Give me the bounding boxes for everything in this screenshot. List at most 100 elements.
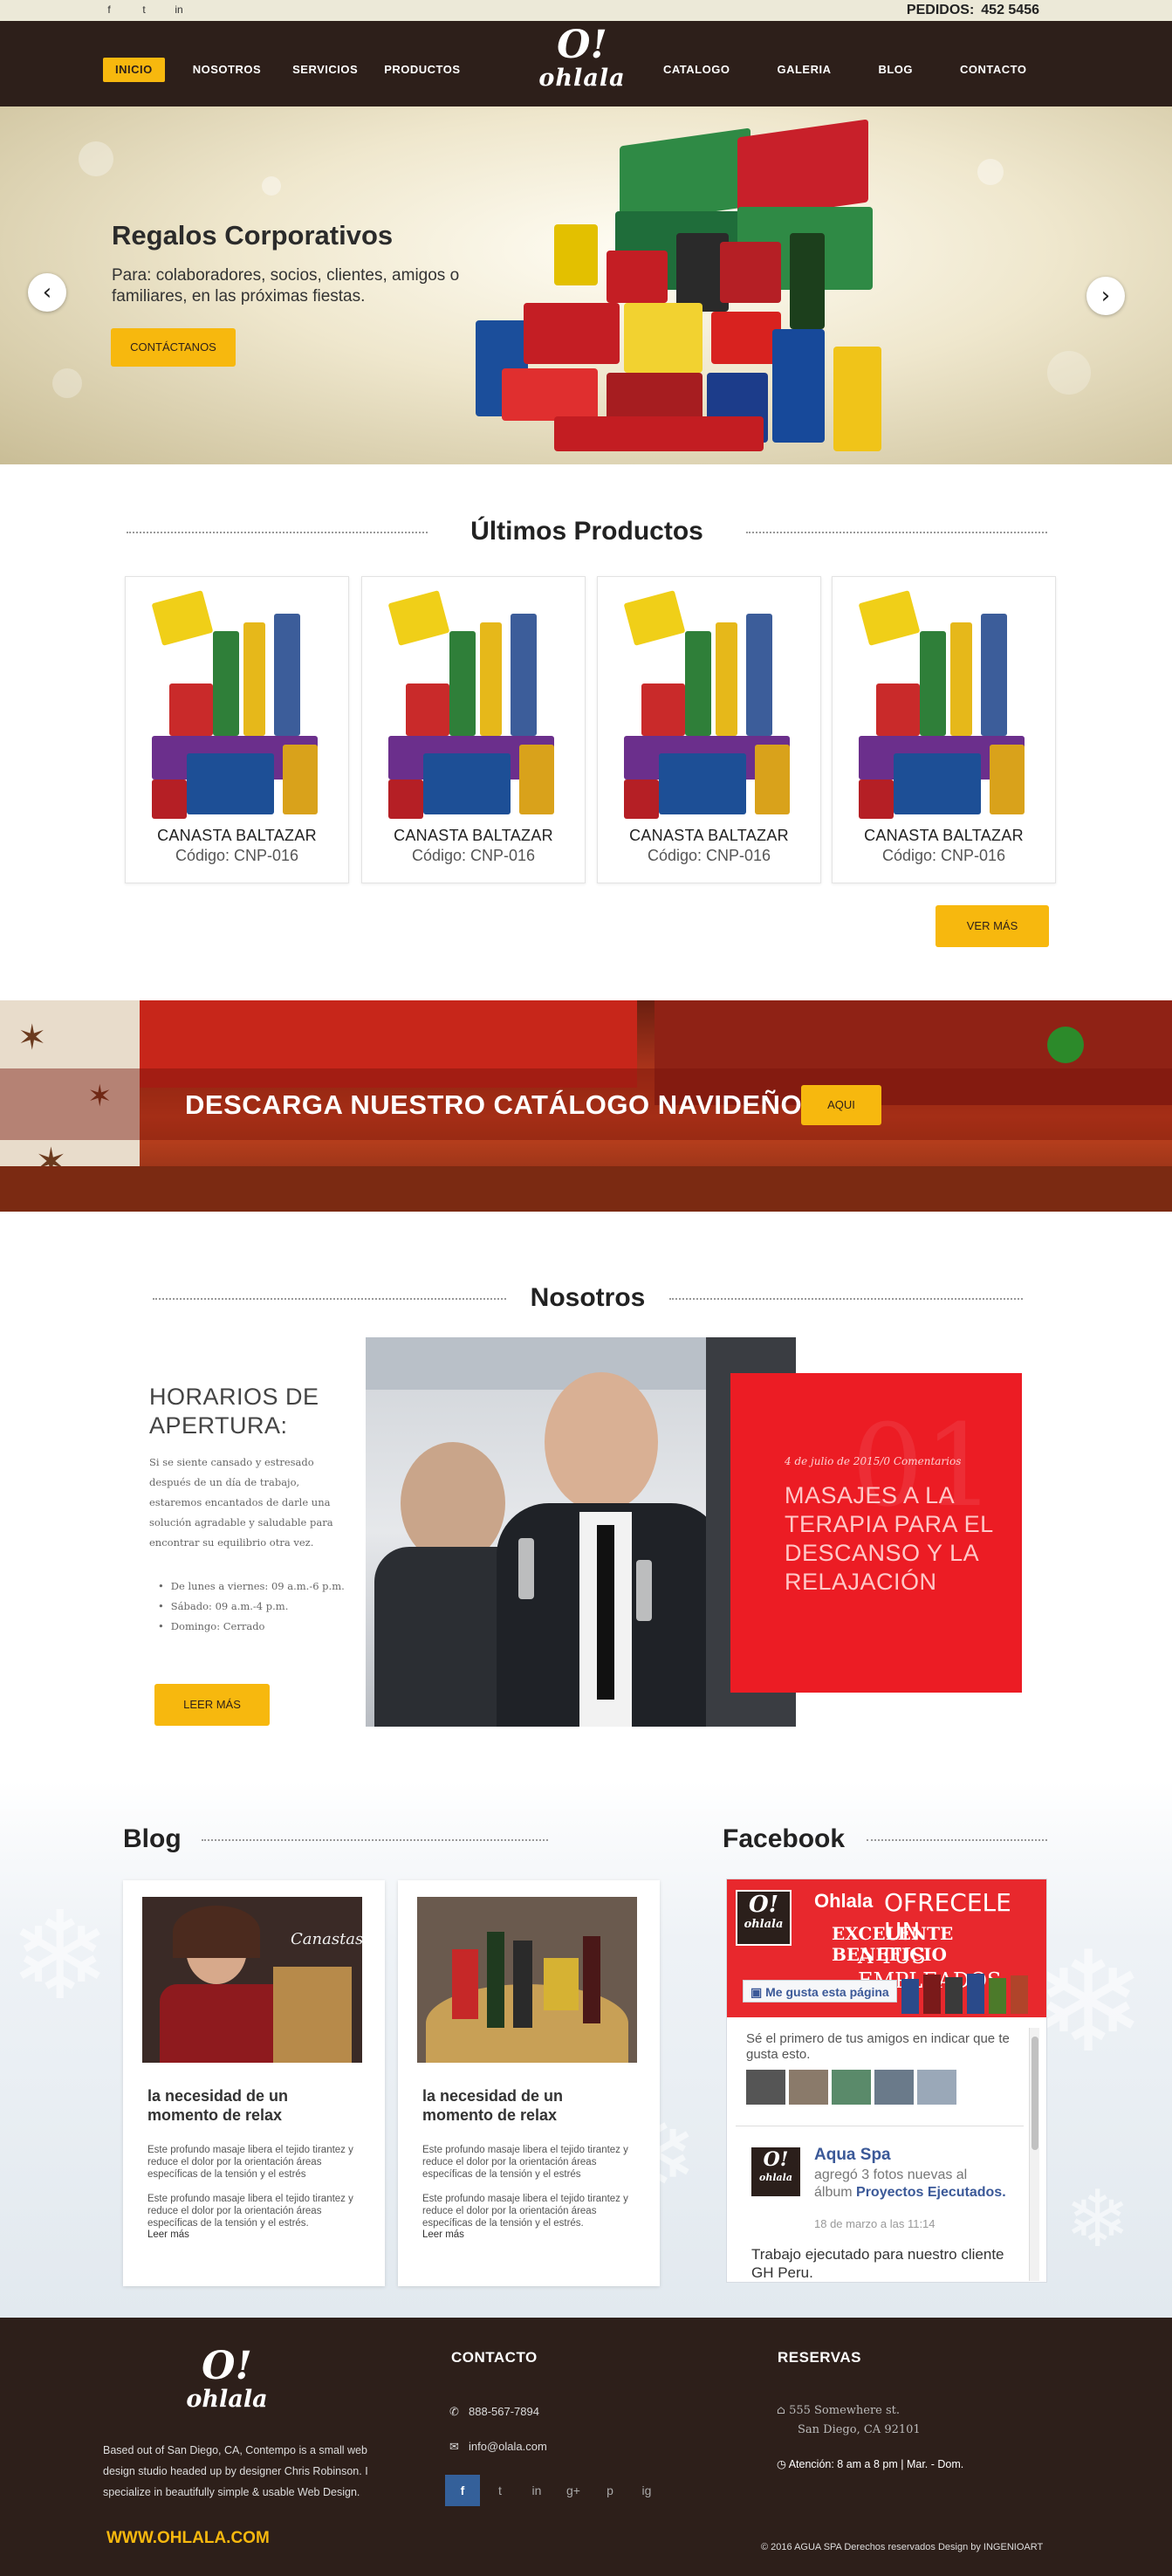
product-image <box>387 587 559 823</box>
product-card[interactable]: CANASTA BALTAZAR Código: CNP-016 <box>832 576 1056 883</box>
product-name: CANASTA BALTAZAR <box>157 827 317 844</box>
facebook-post-album-link[interactable]: Proyectos Ejecutados. <box>856 2185 1006 2200</box>
nav-item-catalogo[interactable]: CATALOGO <box>661 58 731 82</box>
hero-text: Para: colaboradores, socios, clientes, a… <box>112 266 460 306</box>
blog-post-card[interactable]: la necesidad de un momento de relax Este… <box>398 1880 660 2286</box>
blog-post-title[interactable]: la necesidad de un momento de relax <box>147 2086 357 2125</box>
clock-icon: ◷ <box>777 2458 789 2470</box>
nav-item-blog[interactable]: BLOG <box>876 58 915 82</box>
title-divider <box>127 532 428 533</box>
instagram-icon[interactable]: ig <box>628 2483 665 2497</box>
featured-article-card[interactable]: 01 4 de julio de 2015/0 Comentarios MASA… <box>730 1373 1022 1693</box>
facebook-section-title: Facebook <box>723 1824 1047 1854</box>
opening-hours-title: HORARIOS DE APERTURA: <box>149 1384 319 1439</box>
logo-mark: O! <box>763 2148 789 2171</box>
facebook-heading: Facebook <box>723 1824 846 1853</box>
sparkle <box>1047 351 1091 395</box>
product-card[interactable]: CANASTA BALTAZAR Código: CNP-016 <box>125 576 349 883</box>
product-card[interactable]: CANASTA BALTAZAR Código: CNP-016 <box>361 576 586 883</box>
top-bar: f t in PEDIDOS: 452 5456 <box>0 0 1172 21</box>
google-plus-icon[interactable]: g+ <box>555 2483 592 2497</box>
footer-email-address: info@olala.com <box>469 2440 547 2453</box>
facebook-page-logo: O! ohlala <box>736 1890 792 1946</box>
order-phone-number[interactable]: 452 5456 <box>981 3 1039 17</box>
twitter-icon[interactable]: t <box>482 2483 518 2497</box>
nav-item-contacto[interactable]: CONTACTO <box>958 58 1028 82</box>
slider-prev-button[interactable]: ‹ <box>28 273 66 312</box>
avatar[interactable] <box>746 2070 785 2105</box>
nav-item-inicio[interactable]: INICIO <box>103 58 165 82</box>
title-divider <box>202 1839 548 1841</box>
top-social-links: f t in <box>103 3 185 16</box>
facebook-post-avatar[interactable]: O! ohlala <box>751 2147 800 2196</box>
nav-item-servicios[interactable]: SERVICIOS <box>291 58 360 82</box>
footer-email[interactable]: ✉ info@olala.com <box>449 2440 547 2454</box>
blog-post-card[interactable]: Canastas la necesidad de un momento de r… <box>123 1880 385 2286</box>
list-item: Sábado: 09 a.m.-4 p.m. <box>149 1597 345 1617</box>
snowflake-icon: ❄ <box>1030 1920 1148 2084</box>
scrollbar-thumb[interactable] <box>1031 2037 1038 2150</box>
footer-logo[interactable]: O! ohlala <box>179 2346 275 2412</box>
contact-button[interactable]: CONTÁCTANOS <box>111 328 236 367</box>
title-divider <box>153 1298 506 1300</box>
sparkle <box>52 368 82 398</box>
title-divider <box>669 1298 1023 1300</box>
product-code: Código: CNP-016 <box>647 847 771 864</box>
product-image <box>858 587 1030 823</box>
opening-hours-list: De lunes a viernes: 09 a.m.-6 p.m. Sábad… <box>149 1577 345 1637</box>
blog-read-more-link[interactable]: Leer más <box>147 2229 189 2240</box>
blog-post-image: Canastas <box>142 1897 362 2063</box>
about-section-title: Nosotros <box>153 1283 1023 1313</box>
product-code: Código: CNP-016 <box>175 847 299 864</box>
products-heading: Últimos Productos <box>470 517 703 546</box>
footer-address-line1: 555 Somewhere st. <box>789 2404 901 2417</box>
facebook-scrollbar[interactable] <box>1029 2028 1039 2281</box>
facebook-like-button[interactable]: ▣ Me gusta esta página <box>743 1980 897 2002</box>
logo-mark: O! <box>202 2344 252 2388</box>
catalog-banner: ✶ ✶ ✶ DESCARGA NUESTRO CATÁLOGO NAVIDEÑO… <box>0 1000 1172 1212</box>
slider-next-button[interactable]: › <box>1086 277 1125 315</box>
product-card[interactable]: CANASTA BALTAZAR Código: CNP-016 <box>597 576 821 883</box>
about-heading: Nosotros <box>530 1283 646 1312</box>
product-image <box>151 587 323 823</box>
nav-item-productos[interactable]: PRODUCTOS <box>382 58 462 82</box>
nav-item-galeria[interactable]: GALERIA <box>775 58 833 82</box>
footer-website-link[interactable]: WWW.OHLALA.COM <box>106 2529 270 2548</box>
pinterest-icon[interactable]: p <box>592 2483 628 2497</box>
featured-article-title[interactable]: MASAJES A LA TERAPIA PARA EL DESCANSO Y … <box>785 1481 1003 1597</box>
facebook-post-date[interactable]: 18 de marzo a las 11:14 <box>814 2217 936 2230</box>
catalog-download-button[interactable]: AQUI <box>801 1085 881 1125</box>
cover-people-image <box>901 1970 1041 2014</box>
banner-decoration <box>1047 1027 1084 1063</box>
site-logo[interactable]: O! ohlala <box>534 24 630 91</box>
blog-read-more-link[interactable]: Leer más <box>422 2229 464 2240</box>
facebook-page-name[interactable]: Ohlala <box>814 1890 873 1913</box>
twitter-icon[interactable]: t <box>138 3 150 16</box>
avatar[interactable] <box>917 2070 956 2105</box>
catalog-banner-text: DESCARGA NUESTRO CATÁLOGO NAVIDEÑO <box>185 1089 803 1120</box>
see-more-button[interactable]: VER MÁS <box>936 905 1049 947</box>
blog-post-excerpt: Este profundo masaje libera el tejido ti… <box>147 2145 353 2180</box>
footer-phone[interactable]: ✆ 888-567-7894 <box>449 2405 539 2419</box>
facebook-post-summary: agregó 3 fotos nuevas al álbum Proyectos… <box>814 2167 1006 2202</box>
linkedin-icon[interactable]: in <box>518 2483 555 2497</box>
facebook-icon[interactable]: f <box>103 3 115 16</box>
product-name: CANASTA BALTAZAR <box>629 827 789 844</box>
avatar[interactable] <box>832 2070 871 2105</box>
footer-address-line2: San Diego, CA 92101 <box>798 2423 921 2436</box>
blog-post-title[interactable]: la necesidad de un momento de relax <box>422 2086 632 2125</box>
avatar[interactable] <box>874 2070 914 2105</box>
avatar[interactable] <box>789 2070 828 2105</box>
facebook-post-author[interactable]: Aqua Spa <box>814 2146 891 2165</box>
linkedin-icon[interactable]: in <box>173 3 185 16</box>
facebook-icon[interactable]: f <box>445 2475 480 2506</box>
site-footer: O! ohlala Based out of San Diego, CA, Co… <box>0 2318 1172 2576</box>
blog-section-title: Blog <box>123 1824 548 1854</box>
facebook-cover[interactable]: OFRECELE UN EXCELENTE BENEFICIO A TUS EM… <box>727 1879 1046 2017</box>
read-more-button[interactable]: LEER MÁS <box>154 1684 270 1726</box>
facebook-post: O! ohlala Aqua Spa agregó 3 fotos nuevas… <box>736 2126 1024 2282</box>
hero-slider: ‹ › Regalos Corporativos Para: colaborad… <box>0 106 1172 464</box>
nav-item-nosotros[interactable]: NOSOTROS <box>191 58 263 82</box>
footer-reservas-title: RESERVAS <box>778 2349 861 2366</box>
order-label: PEDIDOS: <box>906 3 975 17</box>
